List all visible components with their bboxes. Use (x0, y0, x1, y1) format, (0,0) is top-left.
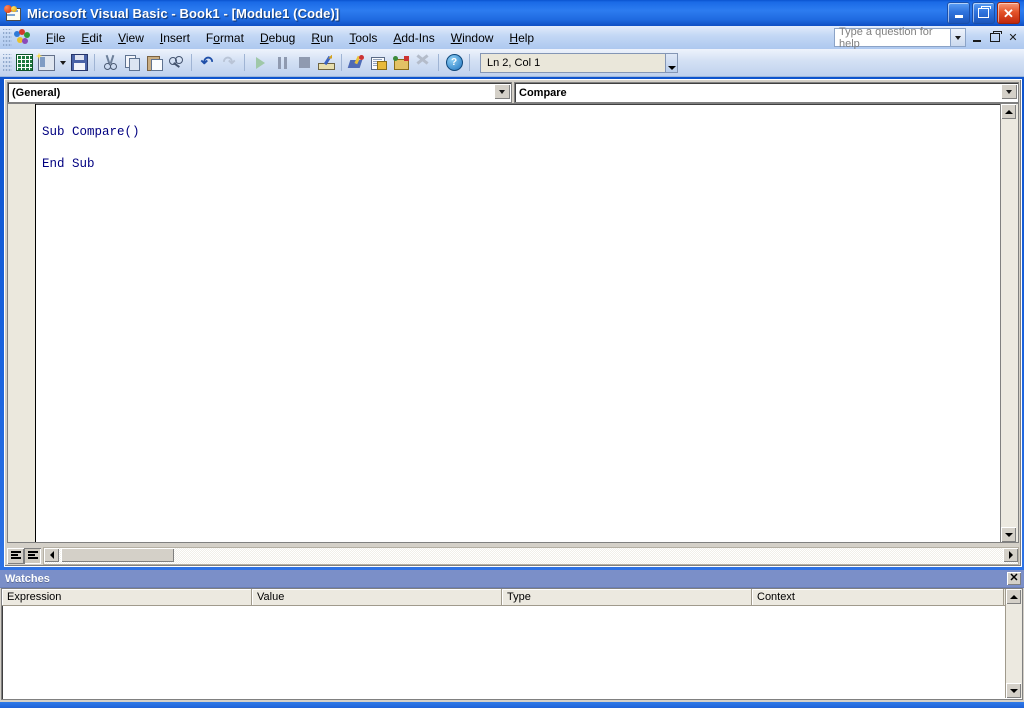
menu-item-help[interactable]: Help (501, 28, 542, 48)
help-dropdown-icon[interactable] (949, 29, 965, 46)
project-explorer-icon[interactable] (346, 52, 368, 74)
restore-button[interactable] (972, 2, 995, 24)
menu-drag-grip[interactable] (3, 29, 12, 46)
vba-app-icon (4, 5, 22, 21)
menu-item-format[interactable]: Format (198, 28, 252, 48)
find-icon[interactable] (165, 52, 187, 74)
properties-window-icon[interactable] (368, 52, 390, 74)
menu-item-debug[interactable]: Debug (252, 28, 303, 48)
column-header-expression[interactable]: Expression (2, 589, 252, 605)
mdi-restore-button[interactable] (988, 30, 1002, 45)
watches-close-icon[interactable]: ✕ (1007, 572, 1021, 585)
title-bar: Microsoft Visual Basic - Book1 - [Module… (0, 0, 1024, 26)
vba-editor-window: Microsoft Visual Basic - Book1 - [Module… (0, 0, 1024, 708)
code-vertical-scrollbar[interactable] (1000, 103, 1019, 543)
watches-vertical-scrollbar[interactable] (1005, 589, 1022, 698)
position-text: Ln 2, Col 1 (487, 56, 541, 69)
scroll-left-icon[interactable] (44, 547, 59, 562)
cut-icon[interactable] (99, 52, 121, 74)
toolbar-drag-grip[interactable] (3, 54, 12, 71)
reset-icon (293, 52, 315, 74)
object-dropdown-value: (General) (12, 86, 61, 99)
position-resize-grip[interactable] (665, 53, 677, 72)
menu-item-file[interactable]: File (38, 28, 73, 48)
toolbar-separator (469, 54, 470, 71)
scroll-right-icon[interactable] (1003, 547, 1018, 562)
watches-scroll-down-icon[interactable] (1006, 683, 1021, 698)
horizontal-scroll-thumb[interactable] (61, 547, 174, 562)
menu-item-run[interactable]: Run (303, 28, 341, 48)
window-bottom-frame (0, 702, 1024, 708)
menu-item-window[interactable]: Window (443, 28, 502, 48)
watches-grid[interactable]: Expression Value Type Context (1, 588, 1023, 700)
scroll-up-icon[interactable] (1001, 104, 1016, 119)
menu-item-insert[interactable]: Insert (152, 28, 198, 48)
code-horizontal-scrollbar[interactable] (43, 546, 1019, 565)
help-placeholder: Type a question for help (839, 25, 933, 50)
standard-toolbar: ↶ ↷ ? Ln 2, Col 1 (0, 49, 1024, 77)
toolbar-separator (244, 54, 245, 71)
toolbox-icon (412, 52, 434, 74)
object-dropdown-chevron-down-icon[interactable] (494, 84, 510, 99)
run-icon (249, 52, 271, 74)
break-icon (271, 52, 293, 74)
breakpoint-margin[interactable] (8, 104, 36, 542)
help-icon[interactable]: ? (443, 52, 465, 74)
toolbar-separator (438, 54, 439, 71)
menu-bar: File Edit View Insert Format Debug Run T… (0, 26, 1024, 50)
copy-icon[interactable] (121, 52, 143, 74)
toolbar-separator (341, 54, 342, 71)
column-header-context[interactable]: Context (752, 589, 1004, 605)
save-icon[interactable] (68, 52, 90, 74)
watches-title-bar[interactable]: Watches ✕ (0, 570, 1024, 588)
code-bottom-bar (7, 546, 1019, 565)
menu-item-tools[interactable]: Tools (341, 28, 385, 48)
insert-dropdown-icon[interactable] (57, 52, 68, 74)
column-header-type[interactable]: Type (502, 589, 752, 605)
design-mode-icon[interactable] (315, 52, 337, 74)
object-browser-icon[interactable] (390, 52, 412, 74)
insert-module-icon[interactable] (35, 52, 57, 74)
procedure-view-button[interactable] (7, 547, 24, 564)
code-text[interactable]: Sub Compare() End Sub (42, 124, 140, 172)
column-header-value[interactable]: Value (252, 589, 502, 605)
full-module-view-button[interactable] (24, 547, 41, 564)
mdi-minimize-button[interactable] (970, 30, 984, 45)
position-indicator: Ln 2, Col 1 (480, 52, 678, 73)
procedure-dropdown-chevron-down-icon[interactable] (1001, 84, 1017, 99)
object-dropdown[interactable]: (General) (7, 82, 512, 103)
mdi-close-button[interactable]: ✕ (1006, 30, 1020, 45)
procedure-dropdown[interactable]: Compare (514, 82, 1019, 103)
menu-item-edit[interactable]: Edit (73, 28, 110, 48)
window-controls: ✕ (947, 2, 1024, 24)
undo-icon[interactable]: ↶ (196, 52, 218, 74)
view-excel-icon[interactable] (13, 52, 35, 74)
code-window: (General) Compare Sub Compare() End Sub (4, 79, 1022, 567)
menu-file-rest: ile (53, 30, 66, 45)
menu-item-addins[interactable]: Add-Ins (385, 28, 442, 48)
watches-header-row: Expression Value Type Context (2, 589, 1022, 606)
watches-scroll-up-icon[interactable] (1006, 589, 1021, 604)
vba-logo-icon (13, 28, 33, 47)
watches-title: Watches (5, 572, 50, 585)
menu-item-view[interactable]: View (110, 28, 152, 48)
code-editor[interactable]: Sub Compare() End Sub (7, 103, 1004, 543)
procedure-dropdown-value: Compare (519, 86, 567, 99)
code-combo-row: (General) Compare (7, 82, 1019, 103)
window-title: Microsoft Visual Basic - Book1 - [Module… (27, 5, 340, 21)
close-button[interactable]: ✕ (997, 2, 1020, 24)
help-question-input[interactable]: Type a question for help (834, 25, 966, 50)
redo-icon: ↷ (222, 54, 236, 71)
paste-icon[interactable] (143, 52, 165, 74)
watches-panel: Watches ✕ Expression Value Type Context (0, 570, 1024, 704)
help-area: Type a question for help ✕ (834, 25, 1024, 50)
toolbar-separator (94, 54, 95, 71)
toolbar-separator (191, 54, 192, 71)
minimize-button[interactable] (947, 2, 970, 24)
scroll-down-icon[interactable] (1001, 527, 1016, 542)
